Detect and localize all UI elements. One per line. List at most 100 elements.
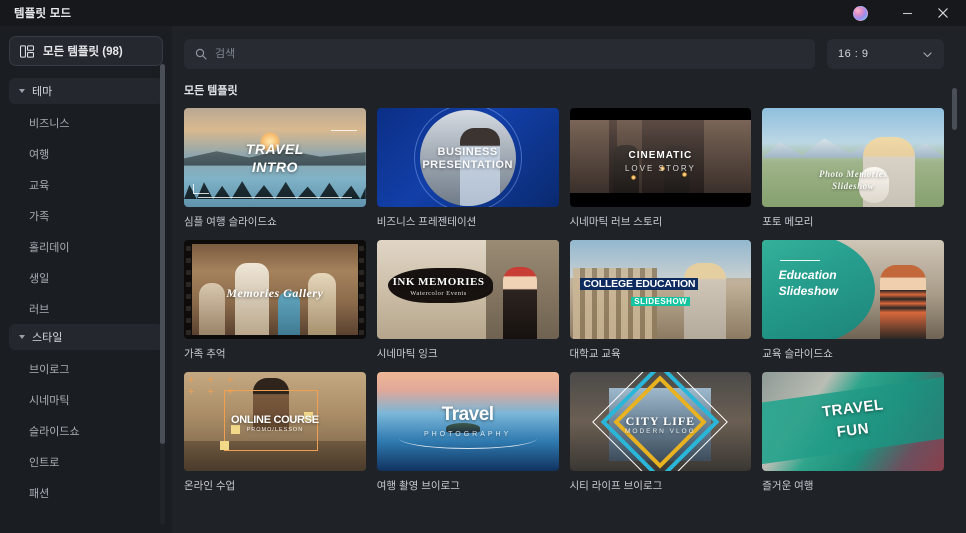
template-thumbnail[interactable]: TRAVEL INTRO <box>184 108 366 207</box>
sidebar-item-cinematic[interactable]: 시네마틱 <box>9 384 163 415</box>
template-card-label: 시티 라이프 브이로그 <box>569 480 663 492</box>
thumbnail-overlay-title: Travel <box>441 403 494 425</box>
thumbnail-overlay-subtitle: Slideshow <box>832 181 875 192</box>
sidebar-group-label: 스타일 <box>32 332 63 344</box>
thumbnail-art <box>184 108 366 207</box>
user-avatar-icon[interactable] <box>853 5 868 21</box>
sidebar-item-love[interactable]: 러브 <box>9 293 163 324</box>
thumbnail-overlay-subtitle: Slideshow <box>778 283 838 298</box>
template-card-label: 심플 여행 슬라이드쇼 <box>184 216 277 228</box>
window-body: 모든 템플릿 (98) 테마 비즈니스 여행 교육 가족 홀리데이 생일 러브 … <box>0 26 966 533</box>
template-card-label: 여행 촬영 브이로그 <box>376 480 460 492</box>
window-title: 템플릿 모드 <box>14 8 72 20</box>
sidebar-item-family[interactable]: 가족 <box>9 200 163 231</box>
thumbnail-overlay-title: Memories Gallery <box>226 285 324 300</box>
sidebar-item-all-templates[interactable]: 모든 템플릿 (98) <box>9 36 163 66</box>
thumbnail-overlay-subtitle: PRESENTATION <box>422 159 513 172</box>
sidebar-item-business[interactable]: 비즈니스 <box>9 107 163 138</box>
aspect-ratio-value: 16 : 9 <box>838 48 869 60</box>
sidebar: 모든 템플릿 (98) 테마 비즈니스 여행 교육 가족 홀리데이 생일 러브 … <box>0 26 172 533</box>
aspect-ratio-select[interactable]: 16 : 9 <box>827 39 944 69</box>
template-thumbnail[interactable]: + + + + + + ONLINE COURSE PROMO/LESSON <box>184 372 366 471</box>
search-box[interactable] <box>184 39 815 69</box>
template-thumbnail[interactable]: CITY LIFE MODERN VLOG <box>569 372 752 471</box>
thumbnail-overlay-title: CITY LIFE <box>625 413 696 428</box>
template-card-label: 시네마틱 러브 스토리 <box>569 216 663 228</box>
minimize-icon <box>902 12 912 14</box>
sidebar-group-theme[interactable]: 테마 <box>9 78 163 104</box>
section-title: 모든 템플릿 <box>184 85 238 97</box>
thumbnail-overlay-title: Photo Memories <box>818 169 888 180</box>
thumbnail-overlay-subtitle: PROMO/LESSON <box>246 427 304 434</box>
template-card[interactable]: INK MEMORIES Watercolor Events 시네마틱 잉크 <box>376 240 559 361</box>
main-panel: 16 : 9 모든 템플릿 <box>172 26 966 533</box>
template-card[interactable]: Photo Memories Slideshow 포토 메모리 <box>762 108 944 229</box>
template-card[interactable]: CINEMATIC LOVE STORY 시네마틱 러브 스토리 <box>569 108 752 229</box>
all-templates-label: 모든 템플릿 (98) <box>43 46 123 58</box>
search-input[interactable] <box>215 48 804 60</box>
template-layout-icon <box>20 44 34 58</box>
template-card-label: 대학교 교육 <box>569 348 621 360</box>
template-card[interactable]: + + + + + + ONLINE COURSE PROMO/LESSON 온… <box>184 372 366 493</box>
sidebar-item-vlog[interactable]: 브이로그 <box>9 353 163 384</box>
chevron-down-icon <box>19 89 25 93</box>
sidebar-group-label: 테마 <box>32 86 53 98</box>
sidebar-item-holiday[interactable]: 홀리데이 <box>9 231 163 262</box>
template-card[interactable]: TRAVEL FUN 즐거운 여행 <box>762 372 944 493</box>
template-thumbnail[interactable]: Photo Memories Slideshow <box>762 108 944 207</box>
template-card[interactable]: COLLEGE EDUCATION SLIDESHOW 대학교 교육 <box>569 240 752 361</box>
sidebar-item-birthday[interactable]: 생일 <box>9 262 163 293</box>
template-card-label: 시네마틱 잉크 <box>376 348 438 360</box>
thumbnail-overlay-title: Education <box>778 267 837 282</box>
template-thumbnail[interactable]: TRAVEL FUN <box>762 372 944 471</box>
thumbnail-art <box>762 108 944 207</box>
template-thumbnail[interactable]: Memories Gallery <box>184 240 366 339</box>
template-thumbnail[interactable]: COLLEGE EDUCATION SLIDESHOW <box>569 240 752 339</box>
template-card[interactable]: CITY LIFE MODERN VLOG 시티 라이프 브이로그 <box>569 372 752 493</box>
thumbnail-overlay-subtitle: Watercolor Events <box>410 289 467 297</box>
sidebar-item-fashion[interactable]: 패션 <box>9 477 163 508</box>
thumbnail-overlay-subtitle: MODERN VLOG <box>624 428 696 436</box>
template-card-label: 가족 추억 <box>184 348 226 360</box>
sidebar-item-intro[interactable]: 인트로 <box>9 446 163 477</box>
thumbnail-overlay-subtitle: LOVE STORY <box>624 164 696 174</box>
template-card[interactable]: BUSINESS PRESENTATION 비즈니스 프레젠테이션 <box>376 108 559 229</box>
sidebar-item-education[interactable]: 교육 <box>9 169 163 200</box>
search-icon <box>195 48 207 60</box>
sidebar-item-slideshow[interactable]: 슬라이드쇼 <box>9 415 163 446</box>
template-mode-window: 템플릿 모드 모든 템플릿 (98) 테마 비즈니스 여행 교육 가족 홀리데이… <box>0 0 966 533</box>
template-thumbnail[interactable]: Education Slideshow <box>762 240 944 339</box>
thumbnail-overlay-subtitle: INTRO <box>251 159 298 176</box>
chevron-down-icon <box>19 335 25 339</box>
sidebar-group-style[interactable]: 스타일 <box>9 324 163 350</box>
template-thumbnail[interactable]: CINEMATIC LOVE STORY <box>569 108 752 207</box>
templates-grid: TRAVEL INTRO 심플 여행 슬라이드쇼 BUSINESS PRESEN… <box>184 108 944 493</box>
thumbnail-overlay-title: ONLINE COURSE <box>230 413 319 426</box>
template-card-label: 포토 메모리 <box>762 216 814 228</box>
close-button[interactable] <box>926 1 960 25</box>
template-card[interactable]: TRAVEL INTRO 심플 여행 슬라이드쇼 <box>184 108 366 229</box>
thumbnail-overlay-subtitle: SLIDESHOW <box>631 297 691 307</box>
template-thumbnail[interactable]: BUSINESS PRESENTATION <box>376 108 559 207</box>
thumbnail-overlay-title: INK MEMORIES <box>392 275 485 288</box>
template-card-label: 교육 슬라이드쇼 <box>762 348 833 360</box>
sidebar-item-travel[interactable]: 여행 <box>9 138 163 169</box>
thumbnail-overlay-title: CINEMATIC <box>628 149 693 161</box>
thumbnail-overlay-title: TRAVEL <box>245 140 304 157</box>
template-card-label: 비즈니스 프레젠테이션 <box>376 216 477 228</box>
thumbnail-overlay-title: BUSINESS <box>437 145 498 158</box>
template-thumbnail[interactable]: INK MEMORIES Watercolor Events <box>376 240 559 339</box>
minimize-button[interactable] <box>890 1 924 25</box>
thumbnail-overlay-subtitle: PHOTOGRAPHY <box>423 431 512 439</box>
main-scrollbar-thumb[interactable] <box>952 88 957 130</box>
thumbnail-overlay-title: COLLEGE EDUCATION <box>580 277 699 290</box>
template-card[interactable]: Travel PHOTOGRAPHY 여행 촬영 브이로그 <box>376 372 559 493</box>
template-card-label: 온라인 수업 <box>184 480 236 492</box>
template-card[interactable]: Education Slideshow 교육 슬라이드쇼 <box>762 240 944 361</box>
title-bar: 템플릿 모드 <box>0 0 966 26</box>
template-thumbnail[interactable]: Travel PHOTOGRAPHY <box>376 372 559 471</box>
template-card[interactable]: Memories Gallery 가족 추억 <box>184 240 366 361</box>
templates-content: 모든 템플릿 TRAVEL INTRO 심플 여행 슬라이드쇼 BUSINESS… <box>172 82 966 533</box>
sidebar-scrollbar-thumb[interactable] <box>160 64 165 444</box>
template-card-label: 즐거운 여행 <box>762 480 814 492</box>
